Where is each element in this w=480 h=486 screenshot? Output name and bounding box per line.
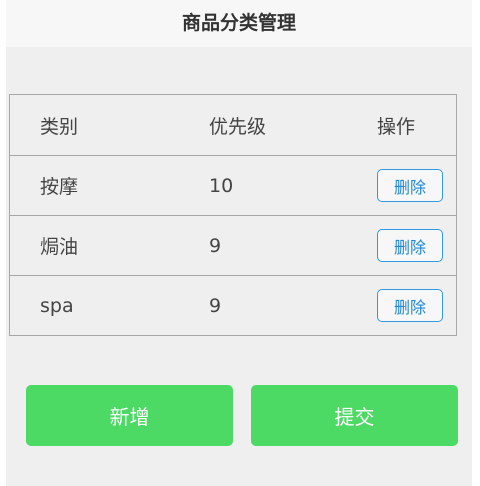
priority-cell: 9 (209, 294, 222, 317)
delete-button[interactable]: 删除 (377, 169, 443, 202)
table-row: 焗油 9 删除 (10, 215, 456, 275)
page-title: 商品分类管理 (181, 12, 296, 34)
delete-button[interactable]: 删除 (377, 289, 443, 322)
submit-button[interactable]: 提交 (251, 385, 458, 446)
table-row: 按摩 10 删除 (10, 155, 456, 215)
action-cell: 删除 (377, 156, 443, 215)
priority-cell: 9 (209, 234, 222, 257)
page: 商品分类管理 类别 优先级 操作 按摩 10 删除 焗油 9 删除 spa 9 … (6, 0, 472, 486)
priority-cell: 10 (209, 174, 234, 197)
table-row: spa 9 删除 (10, 275, 456, 335)
category-cell: 按摩 (40, 176, 79, 198)
category-table: 类别 优先级 操作 按摩 10 删除 焗油 9 删除 spa 9 删除 (9, 94, 457, 336)
column-header-category: 类别 (40, 115, 79, 138)
action-cell: 删除 (377, 216, 443, 275)
table-header-row: 类别 优先级 操作 (10, 95, 456, 155)
category-cell: 焗油 (40, 236, 79, 258)
category-cell: spa (40, 294, 74, 317)
add-button[interactable]: 新增 (26, 385, 233, 446)
column-header-action: 操作 (377, 115, 416, 138)
delete-button[interactable]: 删除 (377, 229, 443, 262)
action-cell: 删除 (377, 276, 443, 335)
column-header-priority: 优先级 (209, 115, 267, 138)
header: 商品分类管理 (6, 0, 472, 47)
